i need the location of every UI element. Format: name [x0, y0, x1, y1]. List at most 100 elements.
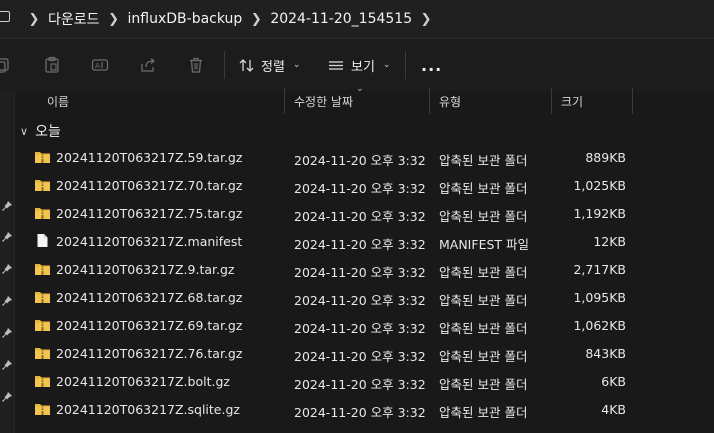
file-modified: 2024-11-20 오후 3:32 [294, 237, 426, 252]
more-options-button[interactable]: ... [421, 52, 442, 78]
chevron-right-icon[interactable]: ❯ [100, 12, 128, 27]
file-type: 압축된 보관 폴더 [439, 293, 528, 308]
pin-icon[interactable] [1, 295, 13, 307]
file-explorer-window: ❯ 다운로드 ❯ influxDB-backup ❯ 2024-11-20_15… [0, 0, 714, 433]
more-icon: ... [421, 55, 443, 75]
file-size: 843KB [585, 346, 626, 361]
rename-icon[interactable]: A [91, 56, 109, 74]
zip-folder-icon [35, 152, 50, 163]
file-name: 20241120T063217Z.76.tar.gz [56, 346, 243, 361]
file-modified: 2024-11-20 오후 3:32 [294, 153, 426, 168]
sort-button[interactable]: 정렬 ⌄ [238, 52, 300, 78]
column-header-modified[interactable]: 수정한 날짜 [294, 93, 353, 110]
navigation-pane [0, 91, 15, 433]
file-name: 20241120T063217Z.bolt.gz [56, 374, 230, 389]
file-modified: 2024-11-20 오후 3:32 [294, 265, 426, 280]
file-icon [37, 234, 48, 247]
table-row[interactable]: 20241120T063217Z.9.tar.gz 2024-11-20 오후 3… [16, 255, 714, 283]
chevron-down-icon: ∨ [20, 124, 29, 138]
zip-folder-icon [35, 320, 50, 331]
zip-folder-icon [35, 292, 50, 303]
table-row[interactable]: 20241120T063217Z.bolt.gz 2024-11-20 오후 3:… [16, 367, 714, 395]
file-modified: 2024-11-20 오후 3:32 [294, 209, 426, 224]
table-row[interactable]: 20241120T063217Z.68.tar.gz 2024-11-20 오후 … [16, 283, 714, 311]
chevron-down-icon: ⌄ [292, 60, 301, 70]
file-type: 압축된 보관 폴더 [439, 181, 528, 196]
svg-text:A: A [95, 62, 100, 70]
file-name: 20241120T063217Z.68.tar.gz [56, 290, 243, 305]
file-size: 1,062KB [573, 318, 626, 333]
column-divider[interactable] [429, 88, 430, 114]
table-row[interactable]: 20241120T063217Z.75.tar.gz 2024-11-20 오후 … [16, 199, 714, 227]
column-header-size[interactable]: 크기 [561, 93, 583, 110]
chevron-down-icon: ⌄ [382, 60, 391, 70]
file-type: 압축된 보관 폴더 [439, 321, 528, 336]
pin-icon[interactable] [1, 200, 13, 212]
file-modified: 2024-11-20 오후 3:32 [294, 377, 426, 392]
zip-folder-icon [35, 404, 50, 415]
file-name: 20241120T063217Z.manifest [56, 234, 243, 249]
group-label: 오늘 [35, 124, 61, 140]
file-size: 12KB [593, 234, 626, 249]
table-row[interactable]: 20241120T063217Z.70.tar.gz 2024-11-20 오후 … [16, 171, 714, 199]
pin-icon[interactable] [1, 391, 13, 403]
file-modified: 2024-11-20 오후 3:32 [294, 405, 426, 420]
chevron-right-icon[interactable]: ❯ [412, 12, 440, 27]
chevron-right-icon[interactable]: ❯ [20, 12, 48, 27]
file-modified: 2024-11-20 오후 3:32 [294, 181, 426, 196]
this-pc-button[interactable] [0, 0, 20, 38]
file-modified: 2024-11-20 오후 3:32 [294, 321, 426, 336]
column-divider[interactable] [632, 88, 633, 114]
column-divider[interactable] [284, 88, 285, 114]
file-size: 2,717KB [573, 262, 626, 277]
column-divider[interactable] [551, 88, 552, 114]
column-header-type[interactable]: 유형 [439, 93, 461, 110]
zip-folder-icon [35, 180, 50, 191]
table-row[interactable]: 20241120T063217Z.manifest 2024-11-20 오후 3… [16, 227, 714, 255]
monitor-icon [0, 11, 10, 22]
zip-folder-icon [35, 264, 50, 275]
file-size: 6KB [601, 374, 626, 389]
file-name: 20241120T063217Z.70.tar.gz [56, 178, 243, 193]
pin-icon[interactable] [1, 359, 13, 371]
pin-icon[interactable] [1, 263, 13, 275]
toolbar-divider [224, 51, 225, 79]
file-size: 1,095KB [573, 290, 626, 305]
view-list-icon [329, 60, 343, 70]
group-header-today[interactable]: ∨ 오늘 [20, 120, 61, 142]
zip-folder-icon [35, 376, 50, 387]
breadcrumb-item-current-folder[interactable]: 2024-11-20_154515 [270, 11, 412, 27]
file-size: 4KB [601, 402, 626, 417]
table-row[interactable]: 20241120T063217Z.76.tar.gz 2024-11-20 오후 … [16, 339, 714, 367]
pin-icon[interactable] [1, 231, 13, 243]
table-row[interactable]: 20241120T063217Z.sqlite.gz 2024-11-20 오후 … [16, 395, 714, 423]
file-type: 압축된 보관 폴더 [439, 349, 528, 364]
file-type: 압축된 보관 폴더 [439, 405, 528, 420]
pin-icon[interactable] [1, 327, 13, 339]
table-row[interactable]: 20241120T063217Z.69.tar.gz 2024-11-20 오후 … [16, 311, 714, 339]
breadcrumb-item-influxdb-backup[interactable]: influxDB-backup [128, 11, 243, 27]
column-header-row: 이름 수정한 날짜 유형 크기 [16, 88, 714, 114]
file-modified: 2024-11-20 오후 3:32 [294, 349, 426, 364]
file-size: 889KB [585, 150, 626, 165]
trash-icon[interactable] [187, 56, 205, 74]
sort-label: 정렬 [261, 59, 285, 75]
copy-icon[interactable] [0, 56, 12, 74]
sort-indicator-icon: ⌄ [356, 84, 364, 94]
file-type: 압축된 보관 폴더 [439, 265, 528, 280]
view-label: 보기 [351, 59, 375, 75]
chevron-right-icon[interactable]: ❯ [242, 12, 270, 27]
file-type: 압축된 보관 폴더 [439, 209, 528, 224]
file-name: 20241120T063217Z.69.tar.gz [56, 318, 243, 333]
column-header-name[interactable]: 이름 [47, 93, 69, 110]
file-size: 1,025KB [573, 178, 626, 193]
file-type: 압축된 보관 폴더 [439, 153, 528, 168]
table-row[interactable]: 20241120T063217Z.59.tar.gz 2024-11-20 오후 … [16, 143, 714, 171]
breadcrumb-item-downloads[interactable]: 다운로드 [48, 9, 100, 29]
share-icon[interactable] [139, 56, 157, 74]
toolbar-divider [405, 51, 406, 79]
paste-icon[interactable] [43, 56, 61, 74]
file-name: 20241120T063217Z.sqlite.gz [56, 402, 240, 417]
view-button[interactable]: 보기 ⌄ [327, 52, 390, 78]
zip-folder-icon [35, 348, 50, 359]
